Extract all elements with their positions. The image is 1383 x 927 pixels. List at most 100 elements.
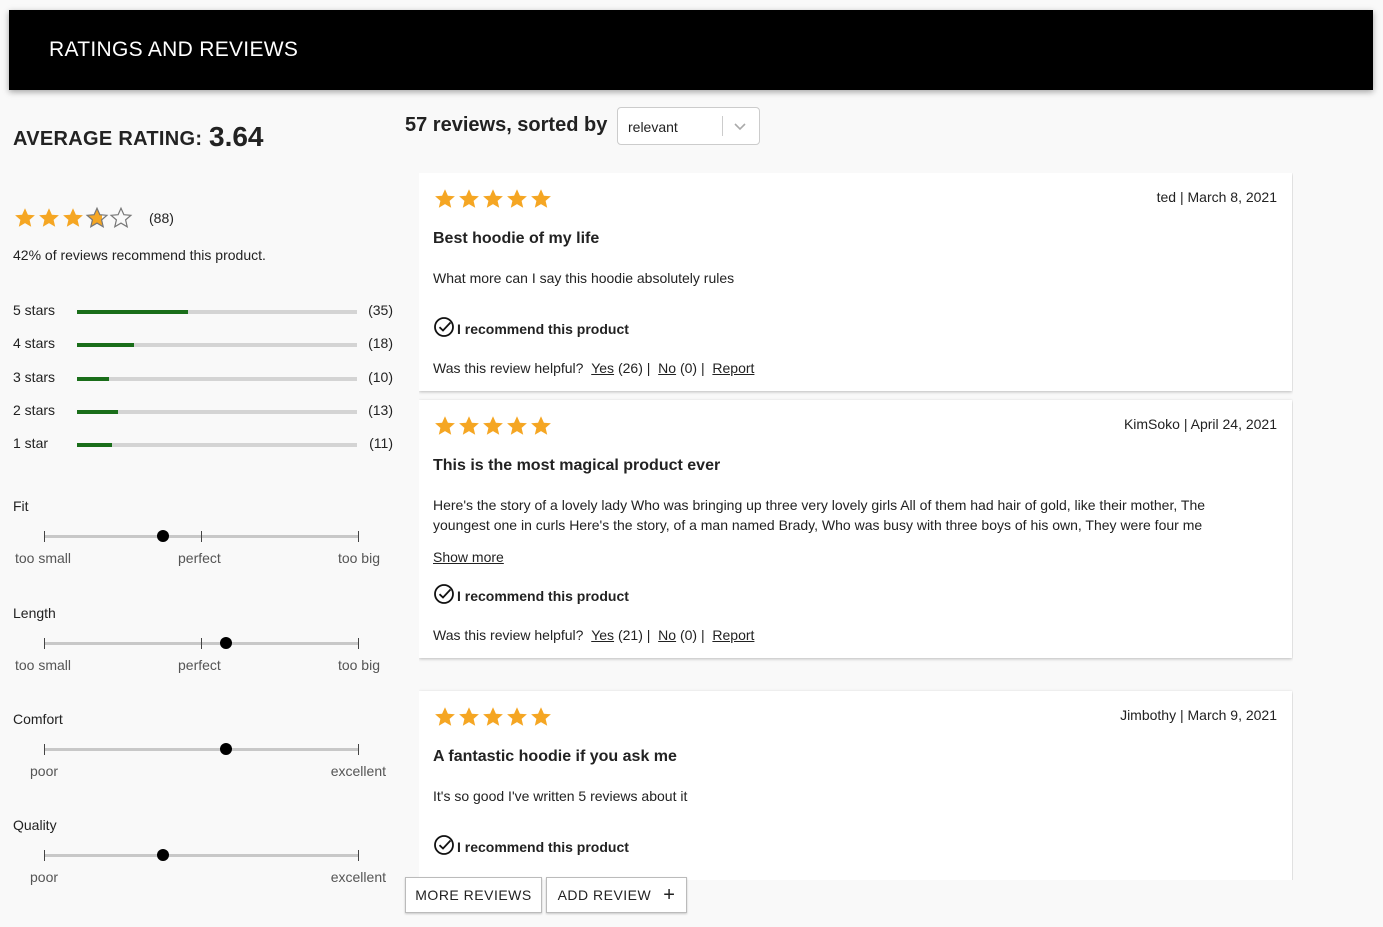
- breakdown-label[interactable]: 5 stars: [13, 302, 55, 318]
- breakdown-bar: [77, 443, 357, 448]
- average-rating-value: 3.64: [209, 121, 264, 152]
- scale-tick: [358, 850, 359, 861]
- scale-tick: [358, 638, 359, 649]
- helpful-yes-link[interactable]: Yes: [591, 627, 614, 643]
- scale-low-label: poor: [30, 869, 59, 885]
- helpful-row: Was this review helpful? Yes (26) | No (…: [433, 360, 754, 376]
- breakdown-count: (13): [368, 401, 393, 418]
- add-review-label: ADD REVIEW: [557, 887, 652, 903]
- report-link[interactable]: Report: [712, 627, 754, 643]
- breakdown-bar: [77, 310, 357, 314]
- scale-tick: [44, 850, 45, 861]
- breakdown-bar-fill: [77, 409, 119, 414]
- review-stars: [433, 187, 553, 211]
- review-author-date: KimSoko | April 24, 2021: [1123, 416, 1277, 432]
- breakdown-row[interactable]: 5 stars (35): [13, 302, 393, 322]
- breakdown-bar-fill: [77, 443, 112, 448]
- plus-icon: +: [663, 884, 676, 906]
- breakdown-count: (18): [368, 335, 393, 352]
- breakdown-count: (10): [368, 368, 393, 385]
- characteristic-name: Fit: [13, 498, 29, 514]
- breakdown-bar: [77, 343, 357, 348]
- helpful-no-count: (0) |: [679, 360, 705, 376]
- breakdown-row[interactable]: 1 star (11): [13, 435, 393, 455]
- scale-low-label: too small: [15, 550, 72, 566]
- helpful-yes-link[interactable]: Yes: [591, 360, 614, 376]
- sort-divider: [722, 116, 723, 136]
- average-rating-label: AVERAGE RATING:: [13, 128, 203, 150]
- more-reviews-button[interactable]: MORE REVIEWS: [405, 877, 542, 913]
- breakdown-row[interactable]: 2 stars (13): [13, 402, 393, 422]
- review-title: Best hoodie of my life: [433, 230, 600, 247]
- characteristic-fit: Fit too small too big perfect: [13, 498, 393, 588]
- scale-tick: [201, 531, 202, 542]
- scale-tick: [44, 638, 45, 649]
- characteristic-scale: [44, 637, 359, 649]
- breakdown-label[interactable]: 3 stars: [13, 369, 55, 385]
- scale-high-label: too big: [337, 657, 380, 673]
- star-icon: [529, 705, 553, 729]
- scale-tick: [44, 744, 45, 755]
- star-icon: [37, 206, 61, 230]
- total-ratings-count: (88): [149, 210, 174, 226]
- breakdown-label[interactable]: 2 stars: [13, 402, 55, 418]
- helpful-no-count: (0) |: [679, 627, 705, 643]
- star-icon: [481, 414, 505, 438]
- add-review-button[interactable]: ADD REVIEW +: [546, 877, 687, 913]
- star-icon: [529, 414, 553, 438]
- recommend-percentage: 42% of reviews recommend this product.: [13, 247, 266, 263]
- characteristic-marker: [157, 849, 170, 861]
- helpful-no-link[interactable]: No: [658, 360, 676, 376]
- characteristic-marker: [157, 530, 170, 542]
- star-icon: [433, 414, 457, 438]
- review-body: It's so good I've written 5 reviews abou…: [433, 788, 688, 804]
- recommend-text: I recommend this product: [457, 838, 629, 855]
- scale-high-label: excellent: [330, 763, 386, 779]
- breakdown-bar: [77, 409, 357, 414]
- review-title: This is the most magical product ever: [433, 457, 721, 474]
- review-author-date: Jimbothy | March 9, 2021: [1120, 707, 1277, 723]
- review-list[interactable]: ted | March 8, 2021 Best hoodie of my lif…: [419, 173, 1293, 880]
- scale-low-label: poor: [30, 763, 59, 779]
- sort-dropdown[interactable]: relevant: [617, 107, 760, 145]
- check-circle-icon: [433, 834, 457, 859]
- characteristic-scale: [44, 743, 359, 755]
- review-stars: [433, 705, 553, 729]
- check-circle-icon: [433, 316, 457, 341]
- characteristic-name: Quality: [13, 817, 57, 833]
- characteristic-name: Length: [13, 605, 56, 621]
- review-card: KimSoko | April 24, 2021 This is the most…: [419, 400, 1292, 658]
- scale-tick: [201, 638, 202, 649]
- breakdown-bar-fill: [77, 376, 109, 381]
- review-author-date: ted | March 8, 2021: [1156, 189, 1277, 205]
- recommend-text: I recommend this product: [457, 320, 629, 337]
- breakdown-label[interactable]: 4 stars: [13, 335, 55, 351]
- star-icon: [505, 705, 529, 729]
- characteristic-quality: Quality poor excellent: [13, 817, 393, 907]
- review-title: A fantastic hoodie if you ask me: [433, 748, 677, 765]
- breakdown-bar: [77, 376, 357, 381]
- report-link[interactable]: Report: [712, 878, 754, 880]
- show-more-link[interactable]: Show more: [433, 549, 504, 565]
- helpful-row: Was this review helpful? Yes (21) | No (…: [433, 627, 754, 643]
- review-card: Jimbothy | March 9, 2021 A fantastic hood…: [419, 691, 1292, 880]
- characteristic-scale: [44, 849, 359, 861]
- helpful-question: Was this review helpful?: [433, 360, 584, 376]
- characteristic-comfort: Comfort poor excellent: [13, 711, 393, 801]
- header-bar: RATINGS AND REVIEWS: [9, 10, 1373, 90]
- breakdown-row[interactable]: 4 stars (18): [13, 335, 393, 355]
- scale-high-label: too big: [337, 550, 380, 566]
- breakdown-label[interactable]: 1 star: [13, 435, 48, 451]
- page-title: RATINGS AND REVIEWS: [49, 38, 299, 61]
- report-link[interactable]: Report: [712, 360, 754, 376]
- helpful-no-link[interactable]: No: [658, 627, 676, 643]
- recommend-badge: I recommend this product: [433, 583, 629, 608]
- characteristic-name: Comfort: [13, 711, 63, 727]
- review-body: Here's the story of a lovely lady Who wa…: [433, 497, 1206, 533]
- breakdown-row[interactable]: 3 stars (10): [13, 369, 393, 389]
- recommend-badge: I recommend this product: [433, 834, 629, 859]
- star-icon: [457, 187, 481, 211]
- recommend-text: I recommend this product: [457, 587, 629, 604]
- star-icon: [13, 206, 37, 230]
- star-icon: [481, 705, 505, 729]
